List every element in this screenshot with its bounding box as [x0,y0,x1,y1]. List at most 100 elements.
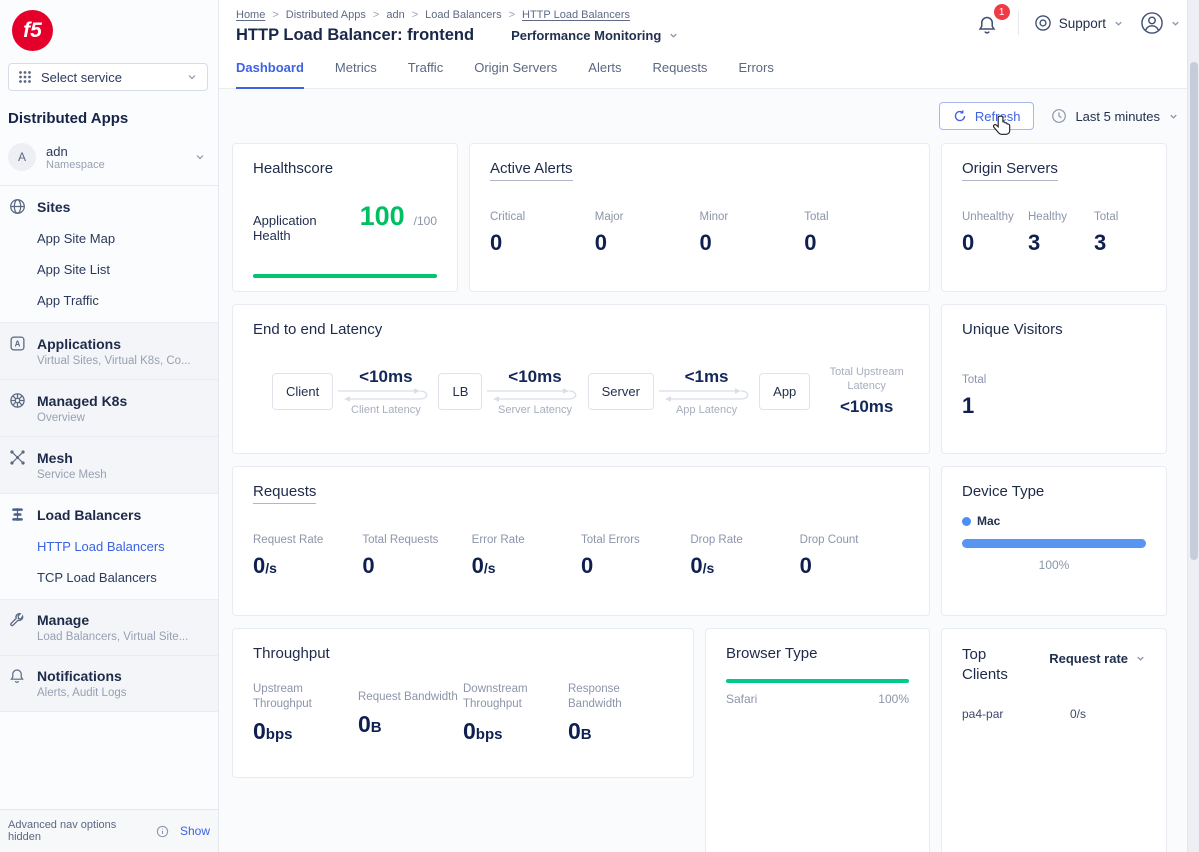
sidebar-item-load-balancers[interactable]: Load Balancers [8,506,210,523]
breadcrumb-home[interactable]: Home [236,9,265,21]
tab-traffic[interactable]: Traffic [408,60,443,88]
metric-label: Minor [700,211,805,223]
sidebar-item-managed-k8s[interactable]: Managed K8s [8,392,210,409]
loop-arrow-icon [657,387,757,403]
time-range-label: Last 5 minutes [1075,109,1160,124]
sidebar-item-label: Notifications [37,668,122,684]
toolbar: Refresh Last 5 minutes [232,102,1179,130]
metric-unit: B [371,719,382,736]
metric-total-requests: Total Requests 0 [362,534,471,579]
metric-value: 0 [362,553,374,578]
sidebar-item-sites[interactable]: Sites [8,198,210,215]
metric-label: Request Rate [253,534,362,546]
client-value: 0/s [1070,707,1086,721]
breadcrumb-separator: > [272,9,278,21]
sidebar-item-label: Mesh [37,450,73,466]
tab-requests[interactable]: Requests [653,60,708,88]
sidebar-item-mesh[interactable]: Mesh [8,449,210,466]
metric-unit: bps [476,726,503,743]
metric-minor: Minor 0 [700,211,805,256]
metric-value: 0 [581,553,593,578]
metric-label: Critical [490,211,595,223]
metric-drop-rate: Drop Rate 0/s [690,534,799,579]
sidebar-subitem-app-site-list[interactable]: App Site List [37,262,210,277]
metric-label: Drop Rate [690,534,799,546]
active-alerts-title-link[interactable]: Active Alerts [490,160,573,181]
sidebar-spacer [0,712,218,809]
user-icon [1139,10,1165,36]
metric-critical: Critical 0 [490,211,595,256]
monitoring-type-select[interactable]: Performance Monitoring [511,28,679,43]
info-icon[interactable] [156,825,169,838]
metric-total: Total 0 [804,211,909,256]
sidebar-item-sublabel: Alerts, Audit Logs [37,687,210,699]
globe-icon [8,198,26,215]
healthscore-title: Healthscore [253,160,437,177]
notification-badge: 1 [994,4,1010,20]
latency-total: Total Upstream Latency <10ms [824,365,909,417]
sidebar-section-managed-k8s: Managed K8s Overview [0,380,218,437]
sidebar-item-manage[interactable]: Manage [8,612,210,628]
app-root: f5 Select service Distributed Apps A adn… [0,0,1199,852]
tab-metrics[interactable]: Metrics [335,60,377,88]
main-panel: Home > Distributed Apps > adn > Load Bal… [219,0,1199,852]
breadcrumb-http-load-balancers[interactable]: HTTP Load Balancers [522,9,630,21]
throughput-title: Throughput [253,645,673,662]
sidebar-item-sublabel: Load Balancers, Virtual Site... [37,631,210,643]
healthscore-card: Healthscore Application Health 100 /100 [232,143,458,292]
metric-label: Total Errors [581,534,690,546]
unique-visitors-title: Unique Visitors [962,321,1146,338]
service-selector[interactable]: Select service [8,63,208,91]
device-type-card: Device Type Mac 100% [941,466,1167,616]
metric-label: Upstream Throughput [253,682,354,712]
support-menu[interactable]: Support [1034,14,1124,32]
scrollbar-thumb[interactable] [1190,62,1198,560]
helm-wheel-icon [8,392,26,409]
metric-unhealthy: Unhealthy 0 [962,211,1006,256]
metric-label: Response Bandwidth [568,682,669,712]
healthscore-metric-label: Application Health [253,213,351,243]
tab-alerts[interactable]: Alerts [588,60,621,88]
metric-value: 0 [463,718,476,744]
top-clients-sort-select[interactable]: Request rate [1049,651,1146,666]
throughput-card: Throughput Upstream Throughput 0bps Requ… [232,628,694,778]
sidebar-section-manage: Manage Load Balancers, Virtual Site... [0,600,218,656]
sidebar-subitem-tcp-load-balancers[interactable]: TCP Load Balancers [37,570,210,585]
sidebar-subitem-app-site-map[interactable]: App Site Map [37,231,210,246]
top-clients-card: Top Clients Request rate pa4-par 0/s [941,628,1167,852]
notifications-bell-button[interactable]: 1 [977,11,1003,35]
latency-title: End to end Latency [253,321,909,338]
sidebar-subitem-http-load-balancers[interactable]: HTTP Load Balancers [37,539,210,554]
tab-errors[interactable]: Errors [738,60,773,88]
tab-dashboard[interactable]: Dashboard [236,60,304,89]
tab-origin-servers[interactable]: Origin Servers [474,60,557,88]
f5-logo: f5 [12,10,53,51]
chevron-down-icon [1113,18,1124,29]
latency-hop-app: <1ms App Latency [655,367,758,416]
refresh-button[interactable]: Refresh [939,102,1035,130]
requests-title-link[interactable]: Requests [253,483,316,504]
metric-suffix: /s [484,560,496,576]
sidebar-item-label: Load Balancers [37,507,141,523]
time-range-select[interactable]: Last 5 minutes [1051,108,1179,124]
sidebar-item-label: Applications [37,336,121,352]
metric-label: Total [804,211,909,223]
sidebar-item-applications[interactable]: A Applications [8,335,210,352]
metric-healthy: Healthy 3 [1028,211,1072,256]
metric-value: 0 [962,230,1006,256]
sidebar-item-notifications[interactable]: Notifications [8,668,210,684]
namespace-avatar: A [8,143,36,171]
show-advanced-nav-link[interactable]: Show [180,824,210,838]
namespace-selector[interactable]: A adn Namespace [0,139,218,186]
metric-error-rate: Error Rate 0/s [472,534,581,579]
metric-value: 0 [472,553,484,578]
topbar: Home > Distributed Apps > adn > Load Bal… [219,0,1199,45]
account-menu[interactable] [1139,10,1181,36]
origin-servers-title-link[interactable]: Origin Servers [962,160,1058,181]
metric-total-errors: Total Errors 0 [581,534,690,579]
origin-servers-card: Origin Servers Unhealthy 0 Healthy 3 Tot… [941,143,1167,292]
metric-request-rate: Request Rate 0/s [253,534,362,579]
applications-icon: A [8,335,26,352]
sidebar-subitem-app-traffic[interactable]: App Traffic [37,293,210,308]
device-type-bar [962,539,1146,548]
